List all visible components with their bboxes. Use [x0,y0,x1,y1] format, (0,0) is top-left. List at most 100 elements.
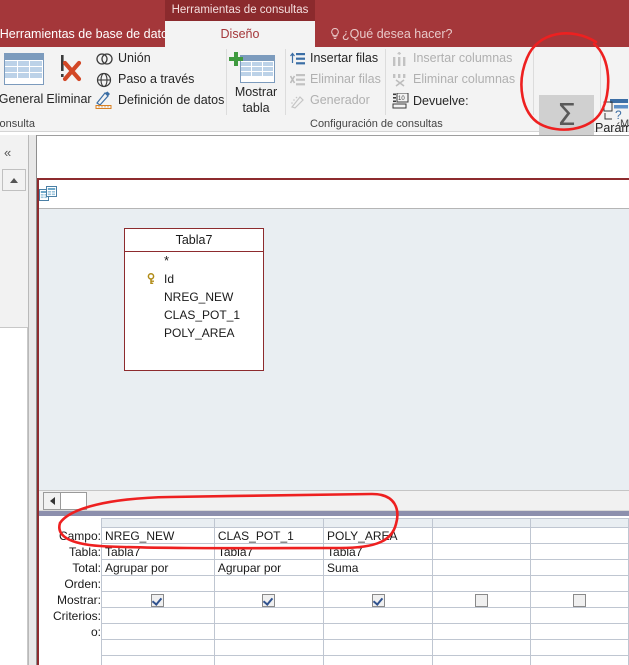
cell-mostrar-4[interactable] [431,591,532,608]
cell-tabla-1[interactable]: Tabla7 [101,543,215,560]
cell-tabla-4[interactable] [431,543,532,560]
mostrar-checkbox[interactable] [573,593,587,607]
insertar-columnas-button[interactable]: Insertar columnas [413,51,512,65]
column-header[interactable] [101,518,215,528]
cell-empty[interactable] [431,655,532,665]
mostrar-checkbox[interactable] [371,593,385,607]
cell-empty[interactable] [323,639,433,656]
cell-tabla-5[interactable] [530,543,629,560]
mostrar-tabla-button[interactable]: Mostrar [226,85,286,99]
row-label-o: o: [90,625,101,639]
column-header[interactable] [323,518,433,528]
cell-orden-1[interactable] [101,575,215,592]
paso-a-traves-button[interactable]: Paso a través [118,72,194,86]
cell-o-4[interactable] [431,623,532,640]
cell-mostrar-1[interactable] [101,591,215,608]
vertical-splitter[interactable] [28,135,37,665]
cell-criterios-3[interactable] [323,607,433,624]
cell-campo-5[interactable] [530,527,629,544]
cell-o-5[interactable] [530,623,629,640]
cell-empty[interactable] [213,655,325,665]
general-button[interactable]: General [0,92,46,106]
row-label-orden: Orden: [64,577,101,591]
cell-empty[interactable] [213,639,325,656]
cell-mostrar-5[interactable] [530,591,629,608]
cell-tabla-3[interactable]: Tabla7 [323,543,433,560]
field-row-poly-area[interactable]: POLY_AREA [125,324,263,342]
cell-criterios-4[interactable] [431,607,532,624]
field-label: Id [164,272,175,286]
cell-campo-1[interactable]: NREG_NEW [101,527,215,544]
cell-empty[interactable] [323,655,433,665]
column-header[interactable] [530,518,629,528]
cell-orden-4[interactable] [431,575,532,592]
grid-row-criterios [101,607,629,624]
cell-mostrar-2[interactable] [213,591,325,608]
diagram-horizontal-scrollbar[interactable] [39,490,629,510]
grid-row-empty [101,655,629,665]
mostrar-checkbox[interactable] [262,593,276,607]
cell-empty[interactable] [530,639,629,656]
group-label-configuracion-consultas: Configuración de consultas [310,118,443,130]
tell-me-box[interactable]: ¿Qué desea hacer? [320,21,527,47]
cell-o-3[interactable] [323,623,433,640]
scroll-left-button[interactable] [43,492,61,510]
cell-total-3[interactable]: Suma [323,559,433,576]
tab-diseno[interactable]: Diseño [165,21,315,47]
mostrar-checkbox[interactable] [151,593,165,607]
cell-o-2[interactable] [213,623,325,640]
field-row-clas-pot-1[interactable]: CLAS_POT_1 [125,306,263,324]
row-label-tabla: Tabla: [68,545,101,559]
generador-button[interactable]: Generador [310,93,370,107]
nav-scroll-up-button[interactable] [2,169,26,191]
row-label-total: Total: [72,561,101,575]
cell-empty[interactable] [101,655,215,665]
cell-total-2[interactable]: Agrupar por [213,559,325,576]
eliminar-filas-button[interactable]: Eliminar filas [310,72,381,86]
cell-campo-4[interactable] [431,527,532,544]
lightbulb-icon [331,27,339,39]
table-box-tabla7[interactable]: Tabla7 * Id NREG_NEW CLAS_POT_1 POLY_ARE… [124,228,264,371]
field-row-asterisk[interactable]: * [125,252,263,270]
cell-campo-3[interactable]: POLY_AREA [323,527,433,544]
cell-empty[interactable] [530,655,629,665]
eliminar-button[interactable]: Eliminar [44,92,94,106]
eliminar-columnas-button[interactable]: Eliminar columnas [413,72,515,86]
cell-o-1[interactable] [101,623,215,640]
cell-criterios-1[interactable] [101,607,215,624]
grid-table: NREG_NEW CLAS_POT_1 POLY_AREA Tabla7 Tab… [101,518,629,665]
column-header[interactable] [213,518,325,528]
cell-empty[interactable] [431,639,532,656]
plus-icon [229,52,243,66]
double-chevron-left-icon[interactable]: « [4,145,11,160]
cell-total-1[interactable]: Agrupar por [101,559,215,576]
navigation-pane-list [0,327,28,665]
svg-text:10: 10 [398,96,405,102]
cell-tabla-2[interactable]: Tabla7 [213,543,325,560]
column-header[interactable] [431,518,532,528]
cell-campo-2[interactable]: CLAS_POT_1 [213,527,325,544]
field-row-id[interactable]: Id [125,270,263,288]
cell-orden-3[interactable] [323,575,433,592]
definicion-de-datos-button[interactable]: Definición de datos [118,93,224,107]
tab-herramientas-base-de-datos[interactable]: Herramientas de base de datos [0,21,182,47]
cell-criterios-2[interactable] [213,607,325,624]
cell-empty[interactable] [101,639,215,656]
cell-total-5[interactable] [530,559,629,576]
access-query-design-window: Herramientas de consultas Herramientas d… [0,0,629,665]
cell-mostrar-3[interactable] [323,591,433,608]
mostrar-tabla-button-line2[interactable]: tabla [226,101,286,115]
cell-orden-2[interactable] [213,575,325,592]
mostrar-checkbox[interactable] [475,593,489,607]
delete-query-icon [61,55,82,82]
cell-total-4[interactable] [431,559,532,576]
cell-criterios-5[interactable] [530,607,629,624]
row-label-campo: Campo: [58,529,101,543]
scrollbar-thumb[interactable] [60,492,87,510]
pane-splitter[interactable] [39,510,629,517]
field-row-nreg-new[interactable]: NREG_NEW [125,288,263,306]
union-button[interactable]: Unión [118,51,151,65]
insertar-filas-button[interactable]: Insertar filas [310,51,378,65]
table-grid-icon [4,53,44,85]
cell-orden-5[interactable] [530,575,629,592]
